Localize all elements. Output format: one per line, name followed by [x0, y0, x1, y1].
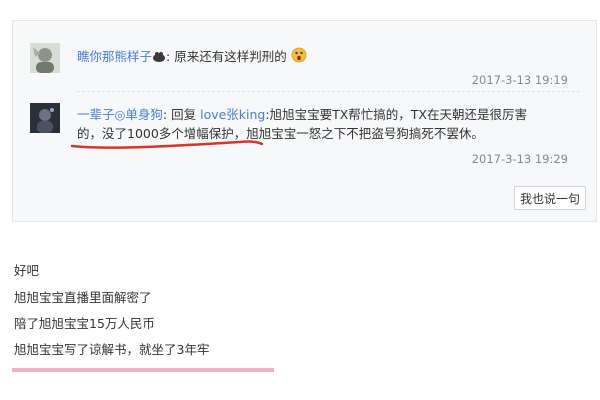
reply-prefix: : 回复: [162, 107, 201, 122]
text-line: 陪了旭旭宝宝15万人民币: [14, 316, 155, 331]
separator-text: :: [166, 49, 175, 64]
comment-line: 瞧你那熊样子: 原来还有这样判刑的: [77, 47, 307, 66]
username-link[interactable]: 一辈子◎单身狗: [77, 107, 163, 122]
highlight-bar: [12, 368, 274, 372]
avatar[interactable]: [30, 43, 60, 73]
reply-button[interactable]: 我也说一句: [514, 186, 586, 210]
reply-to-link[interactable]: love张king: [200, 107, 265, 122]
comment-line: 一辈子◎单身狗: 回复 love张king:旭旭宝宝要TX帮忙搞的，TX在天朝还…: [77, 106, 527, 124]
comment-time: 2017-3-13 19:29: [471, 152, 568, 166]
text-line: 旭旭宝宝直播里面解密了: [14, 290, 152, 305]
avatar[interactable]: [30, 103, 60, 133]
comment-time: 2017-3-13 19:19: [471, 73, 568, 87]
emoji-icon: [152, 49, 166, 63]
text-line: 旭旭宝宝写了谅解书，就坐了3年牢: [14, 342, 210, 357]
comment-line: 的，没了1000多个增幅保护，旭旭宝宝一怒之下不把盗号狗搞死不罢休。: [77, 126, 484, 141]
comment-divider: [77, 91, 580, 92]
comment-body: :旭旭宝宝要TX帮忙搞的，TX在天朝还是很厉害: [265, 107, 527, 122]
comment-body: 原来还有这样判刑的: [174, 49, 287, 64]
comment-box: 瞧你那熊样子: 原来还有这样判刑的 2017-3-13 19:19 一辈子◎单身…: [12, 20, 597, 222]
surprised-face-icon: [291, 47, 307, 63]
text-line: 好吧: [14, 263, 40, 278]
username-link[interactable]: 瞧你那熊样子: [77, 49, 152, 64]
